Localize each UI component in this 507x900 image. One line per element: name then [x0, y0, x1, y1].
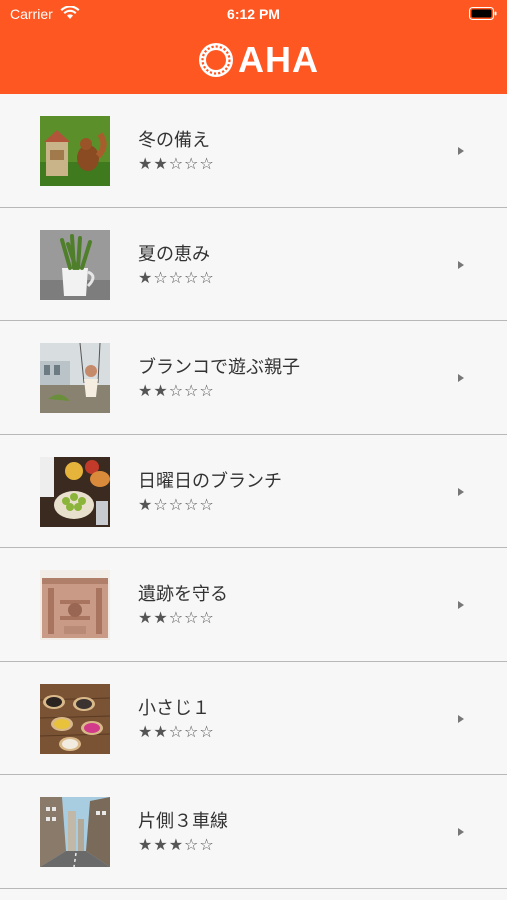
item-title: 冬の備え — [138, 130, 210, 151]
list-item[interactable]: ブランコで遊ぶ親子 ★★☆☆☆ — [0, 321, 507, 435]
item-title: 小さじ１ — [138, 697, 210, 719]
star-rating: ★★☆☆☆ — [138, 608, 215, 627]
thumbnail — [40, 797, 110, 867]
thumbnail — [40, 456, 110, 527]
list-item[interactable]: 片側３車線 ★★★☆☆ — [0, 775, 507, 889]
battery-icon — [469, 7, 497, 20]
list-item[interactable]: 遺跡を守る ★★☆☆☆ — [0, 548, 507, 662]
thumbnail — [40, 683, 110, 754]
star-rating: ★☆☆☆☆ — [138, 267, 215, 287]
chevron-right-icon — [458, 147, 464, 155]
item-list: 冬の備え ★★☆☆☆ 夏の恵み ★☆☆☆☆ ブランコで遊ぶ親子 ★★☆☆☆ 日曜… — [0, 94, 507, 889]
item-title: 夏の恵み — [138, 243, 210, 265]
chevron-right-icon — [458, 714, 464, 723]
chevron-right-icon — [458, 601, 464, 609]
list-item[interactable]: 冬の備え ★★☆☆☆ — [0, 94, 507, 208]
clock: 6:12 PM — [227, 6, 280, 22]
item-title: 片側３車線 — [138, 811, 228, 832]
thumbnail — [40, 116, 110, 186]
item-title: 遺跡を守る — [138, 584, 228, 605]
star-rating: ★☆☆☆☆ — [138, 494, 215, 514]
chevron-right-icon — [458, 487, 464, 496]
app-header: Carrier 6:12 PM AHA — [0, 0, 507, 94]
list-item[interactable]: 夏の恵み ★☆☆☆☆ — [0, 207, 507, 321]
logo-text: AHA — [238, 39, 319, 80]
star-rating: ★★★☆☆ — [138, 835, 215, 854]
star-rating: ★★☆☆☆ — [138, 154, 215, 173]
list-item[interactable]: 日曜日のブランチ ★☆☆☆☆ — [0, 434, 507, 548]
thumbnail — [40, 343, 110, 413]
chevron-right-icon — [458, 260, 464, 269]
list-item[interactable]: 小さじ１ ★★☆☆☆ — [0, 661, 507, 775]
app-logo: AHA — [198, 40, 319, 80]
item-title: ブランコで遊ぶ親子 — [138, 357, 300, 378]
item-title: 日曜日のブランチ — [138, 470, 282, 492]
chevron-right-icon — [458, 374, 464, 382]
sun-logo-icon — [199, 43, 233, 77]
chevron-right-icon — [458, 828, 464, 836]
thumbnail — [40, 229, 110, 300]
status-bar: Carrier 6:12 PM — [0, 0, 507, 28]
star-rating: ★★☆☆☆ — [138, 381, 215, 400]
star-rating: ★★☆☆☆ — [138, 721, 215, 741]
thumbnail — [40, 570, 110, 640]
